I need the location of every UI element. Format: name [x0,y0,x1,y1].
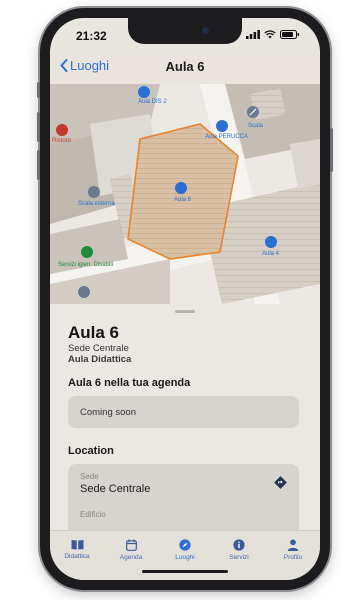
screen: 21:32 Luoghi Aula 6 Aula DIS 2 Aula PERU… [50,18,320,580]
map-label-scala-esterna: Scala esterna [78,201,115,207]
tab-label: Luoghi [175,554,195,561]
wifi-icon [264,30,276,39]
tab-label: Agenda [119,554,143,561]
mute-switch [37,82,40,98]
calendar-icon [125,539,137,551]
site-value: Sede Centrale [80,483,151,495]
tab-label: Profilo [283,554,303,561]
book-icon [71,540,83,550]
compass-icon [179,539,191,551]
tab-label: Didattica [64,553,90,560]
battery-icon [280,30,299,39]
info-icon [233,539,245,551]
location-card[interactable]: Sede Sede Centrale Edificio [68,464,299,530]
map-pin-scala-bottom[interactable] [78,286,90,298]
phone-frame: 21:32 Luoghi Aula 6 Aula DIS 2 Aula PERU… [37,8,333,590]
location-section-title: Location [68,445,114,457]
agenda-section-title: Aula 6 nella tua agenda [68,377,191,389]
home-indicator[interactable] [142,570,228,573]
place-title: Aula 6 [68,323,120,342]
map-canvas[interactable]: Aula DIS 2 Aula PERUCCA Scala Ristoro Au… [50,84,320,304]
volume-down-button [37,150,40,180]
map-view[interactable]: Aula DIS 2 Aula PERUCCA Scala Ristoro Au… [50,84,320,304]
volume-up-button [37,112,40,142]
map-label-servizi-igienici: Servizi igien. Disabili [58,262,113,268]
page-title: Aula 6 [165,59,205,74]
notch [128,18,242,44]
map-label-scala: Scala [248,123,264,129]
tab-label: Servizi [229,554,249,561]
map-label-aula-peruca: Aula PERUCCA [205,134,248,140]
tab-profilo[interactable]: Profilo [266,531,320,580]
place-type: Aula Didattica [68,354,132,365]
status-time: 21:32 [76,29,107,43]
building-label: Edificio [80,510,106,519]
agenda-card-text: Coming soon [80,407,136,418]
agenda-card[interactable]: Coming soon [68,396,299,428]
person-icon [287,539,299,551]
place-subtitle: Sede Centrale [68,343,129,354]
map-label-aula4: Aula 4 [262,251,280,257]
site-label: Sede [80,472,99,481]
power-button [330,128,333,172]
tab-didattica[interactable]: Didattica [50,531,104,580]
navigation-bar: Luoghi Aula 6 [50,50,320,84]
map-label-aula-dis2: Aula DIS 2 [138,99,167,105]
details-sheet: Aula 6 Sede Centrale Aula Didattica Aula… [50,304,320,530]
map-label-ristoro: Ristoro [52,138,72,144]
map-label-aula6: Aula 6 [174,197,192,203]
signal-icon [246,30,260,39]
sheet-grabber[interactable] [175,310,195,313]
camera [202,27,209,34]
directions-icon[interactable] [274,476,287,489]
status-icons [246,30,300,39]
